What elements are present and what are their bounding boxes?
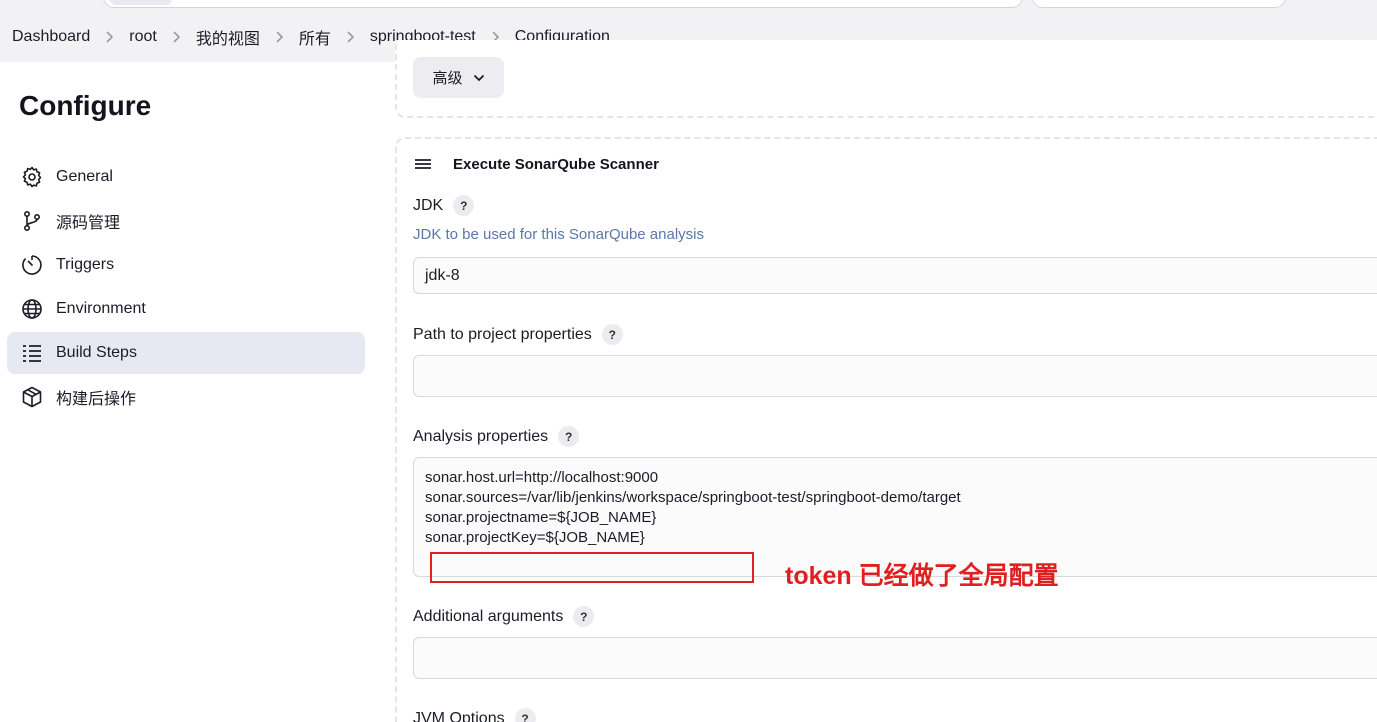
help-icon[interactable]: ? [558,426,580,447]
annotation-highlight-box [430,552,754,583]
help-icon[interactable]: ? [514,708,536,722]
jdk-select-value: jdk-8 [425,266,460,284]
sidebar-item-source-control[interactable]: 源码管理 [7,200,365,242]
sidebar-item-triggers[interactable]: Triggers [7,244,365,286]
breadcrumb-root[interactable]: root [129,28,157,46]
chevron-right-icon [171,30,182,44]
page-title: Configure [19,90,152,121]
analysis-line: sonar.projectKey=${JOB_NAME} [425,529,645,546]
analysis-properties-label-text: Analysis properties [413,427,549,445]
help-icon[interactable]: ? [601,324,623,345]
path-properties-label: Path to project properties ? [413,324,623,345]
search-field[interactable] [103,0,1023,8]
analysis-line: sonar.projectname=${JOB_NAME} [425,509,657,526]
jdk-select[interactable]: jdk-8 [413,257,1377,294]
previous-section [395,40,1377,118]
advanced-button[interactable]: 高级 [413,57,504,98]
globe-icon [20,297,44,321]
sidebar-item-post-build[interactable]: 构建后操作 [7,376,365,418]
sidebar-item-label: Triggers [56,256,115,273]
sidebar-item-label: 源码管理 [56,215,121,232]
drag-handle-icon[interactable] [413,154,433,174]
path-properties-label-text: Path to project properties [413,325,592,343]
additional-arguments-label-text: Additional arguments [413,607,564,625]
additional-arguments-input[interactable] [413,637,1377,679]
jdk-description: JDK to be used for this SonarQube analys… [413,226,704,243]
secondary-search-field[interactable] [1032,0,1286,8]
chevron-right-icon [274,30,285,44]
sidebar-item-label: 构建后操作 [56,391,137,408]
breadcrumb-my-view[interactable]: 我的视图 [196,25,260,49]
sidebar-nav: General 源码管理 Triggers Environment Build … [7,156,365,420]
source-branch-icon [20,209,44,233]
help-icon[interactable]: ? [453,195,475,216]
gear-icon [20,165,44,189]
build-step-header: Execute SonarQube Scanner [413,154,659,174]
breadcrumb-dashboard[interactable]: Dashboard [12,28,90,46]
jvm-options-label-text: JVM Options [413,709,505,722]
breadcrumb-all[interactable]: 所有 [299,25,331,49]
sidebar-item-label: General [56,168,113,185]
chevron-right-icon [104,30,115,44]
path-properties-input[interactable] [413,355,1377,397]
analysis-line: sonar.sources=/var/lib/jenkins/workspace… [425,489,961,506]
help-icon[interactable]: ? [573,606,595,627]
sidebar-item-build-steps[interactable]: Build Steps [7,332,365,374]
chevron-right-icon [345,30,356,44]
sidebar-item-general[interactable]: General [7,156,365,198]
jvm-options-label: JVM Options ? [413,708,536,722]
build-step-title: Execute SonarQube Scanner [453,155,659,173]
sidebar-item-label: Build Steps [56,344,137,361]
jdk-label: JDK ? [413,195,475,216]
sidebar-item-label: Environment [56,300,146,317]
list-steps-icon [20,341,44,365]
jdk-label-text: JDK [413,196,444,214]
package-icon [20,385,44,409]
advanced-button-label: 高级 [432,70,463,87]
sidebar-item-environment[interactable]: Environment [7,288,365,330]
analysis-properties-label: Analysis properties ? [413,426,580,447]
header-bar [0,0,1377,12]
chevron-down-icon [473,74,484,81]
annotation-note: token 已经做了全局配置 [785,562,1059,590]
timer-icon [20,253,44,277]
search-field-segment [110,0,172,5]
analysis-line: sonar.host.url=http://localhost:9000 [425,469,659,486]
additional-arguments-label: Additional arguments ? [413,606,595,627]
